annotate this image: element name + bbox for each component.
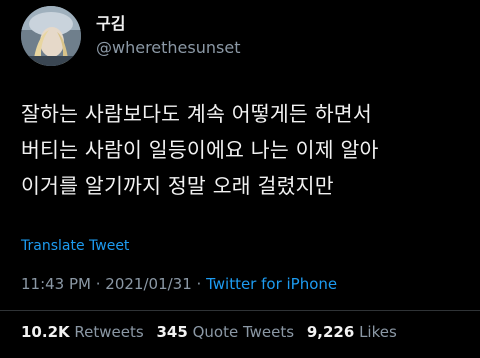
user-handle[interactable]: @wherethesunset: [96, 38, 240, 58]
retweets-label: Retweets: [74, 323, 144, 341]
meta-separator: ·: [90, 275, 106, 293]
tweet-date[interactable]: 2021/01/31: [105, 275, 191, 293]
likes-stat[interactable]: 9,226 Likes: [307, 323, 397, 341]
tweet-text-line: 버티는 사람이 일등이에요 나는 이제 알아: [21, 138, 379, 162]
divider: [0, 310, 480, 311]
tweet-meta: 11:43 PM · 2021/01/31 · Twitter for iPho…: [21, 274, 337, 294]
display-name[interactable]: 구김: [96, 14, 125, 34]
tweet-text-line: 이거를 알기까지 정말 오래 걸렸지만: [21, 174, 334, 198]
avatar[interactable]: [21, 6, 81, 66]
tweet-stats: 10.2K Retweets 345 Quote Tweets 9,226 Li…: [21, 322, 405, 342]
tweet-text: 잘하는 사람보다도 계속 어떻게든 하면서 버티는 사람이 일등이에요 나는 이…: [21, 96, 461, 204]
quote-tweets-stat[interactable]: 345 Quote Tweets: [156, 323, 294, 341]
likes-label: Likes: [359, 323, 397, 341]
quote-tweets-count: 345: [156, 323, 188, 341]
meta-separator: ·: [191, 275, 207, 293]
avatar-image: [21, 6, 81, 66]
quote-tweets-label: Quote Tweets: [192, 323, 295, 341]
likes-count: 9,226: [306, 323, 355, 341]
tweet-text-line: 잘하는 사람보다도 계속 어떻게든 하면서: [21, 102, 372, 126]
translate-tweet-link[interactable]: Translate Tweet: [21, 237, 129, 255]
tweet-card: 구김 @wherethesunset 잘하는 사람보다도 계속 어떻게든 하면서…: [0, 0, 480, 358]
retweets-count: 10.2K: [21, 323, 70, 341]
tweet-time[interactable]: 11:43 PM: [21, 275, 91, 293]
retweets-stat[interactable]: 10.2K Retweets: [21, 323, 144, 341]
tweet-source-link[interactable]: Twitter for iPhone: [206, 275, 337, 293]
